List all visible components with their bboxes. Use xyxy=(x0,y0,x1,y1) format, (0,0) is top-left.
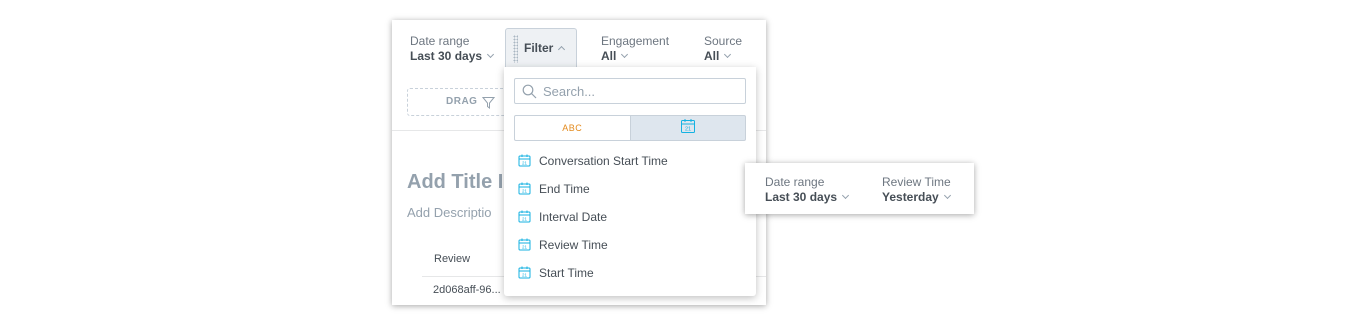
source-label: Source xyxy=(704,34,743,48)
list-item[interactable]: 21 End Time xyxy=(504,175,756,203)
svg-text:21: 21 xyxy=(522,273,528,278)
date-range-filter[interactable]: Date range Last 30 days xyxy=(410,34,495,64)
dashboard-description[interactable]: Add Descriptio xyxy=(407,205,492,220)
calendar-icon: 21 xyxy=(518,154,531,172)
date-range-value: Last 30 days xyxy=(410,48,495,64)
chevron-down-icon xyxy=(943,191,951,200)
search-input[interactable] xyxy=(543,83,739,99)
review-time-value: Yesterday xyxy=(882,189,951,205)
search-icon xyxy=(522,84,537,104)
svg-text:21: 21 xyxy=(685,126,691,132)
attribute-list: 21 Conversation Start Time 21 End Time 2… xyxy=(504,147,756,287)
date-range-filter[interactable]: Date range Last 30 days xyxy=(765,175,850,205)
date-range-label: Date range xyxy=(410,34,470,48)
filter-bar: Date range Last 30 days Filter Engagemen… xyxy=(392,20,766,68)
svg-text:21: 21 xyxy=(522,217,528,222)
chevron-down-icon xyxy=(724,50,732,59)
review-time-filter[interactable]: Review Time Yesterday xyxy=(882,175,951,205)
svg-text:21: 21 xyxy=(522,161,528,166)
date-range-label: Date range xyxy=(765,175,825,189)
table-column-header[interactable]: Review xyxy=(434,253,470,265)
calendar-icon: 21 xyxy=(518,266,531,284)
date-range-value: Last 30 days xyxy=(765,189,850,205)
dashboard-title[interactable]: Add Title I xyxy=(407,171,503,194)
source-value: All xyxy=(704,48,742,64)
calendar-icon: 21 xyxy=(518,182,531,200)
list-item[interactable]: 21 Review Time xyxy=(504,231,756,259)
chevron-down-icon xyxy=(487,50,495,59)
funnel-icon xyxy=(481,96,496,114)
list-item[interactable]: 21 Start Time xyxy=(504,259,756,287)
filter-button[interactable]: Filter xyxy=(505,28,577,68)
engagement-value: All xyxy=(601,48,669,64)
chevron-down-icon xyxy=(621,50,629,59)
list-item-label: Conversation Start Time xyxy=(539,154,668,168)
drag-zone-text: DRAG xyxy=(446,96,478,107)
result-filter-bar: Date range Last 30 days Review Time Yest… xyxy=(745,163,974,214)
list-item-label: Interval Date xyxy=(539,210,608,224)
attribute-type-toggle: ABC 21 xyxy=(514,115,746,141)
filter-dropdown: ABC 21 21 Conversation Start Time 21 End… xyxy=(504,67,756,296)
list-item[interactable]: 21 Conversation Start Time xyxy=(504,147,756,175)
table-cell: 2d068aff-96... xyxy=(433,284,501,296)
engagement-label: Engagement xyxy=(601,34,670,48)
filter-button-label: Filter xyxy=(524,40,566,56)
text-attributes-tab[interactable]: ABC xyxy=(514,115,631,141)
engagement-filter[interactable]: Engagement All xyxy=(601,34,669,64)
list-item-label: Start Time xyxy=(539,266,594,280)
list-item-label: Review Time xyxy=(539,238,608,252)
search-box xyxy=(514,78,746,104)
date-attributes-tab[interactable]: 21 xyxy=(630,115,746,141)
calendar-icon: 21 xyxy=(680,118,696,139)
chevron-down-icon xyxy=(842,191,850,200)
svg-text:21: 21 xyxy=(522,245,528,250)
calendar-icon: 21 xyxy=(518,210,531,228)
chevron-up-icon xyxy=(558,45,566,54)
svg-text:21: 21 xyxy=(522,189,528,194)
drag-handle-icon[interactable] xyxy=(513,35,518,63)
source-filter[interactable]: Source All xyxy=(704,34,742,64)
list-item-label: End Time xyxy=(539,182,590,196)
list-item[interactable]: 21 Interval Date xyxy=(504,203,756,231)
review-time-label: Review Time xyxy=(882,175,951,189)
calendar-icon: 21 xyxy=(518,238,531,256)
